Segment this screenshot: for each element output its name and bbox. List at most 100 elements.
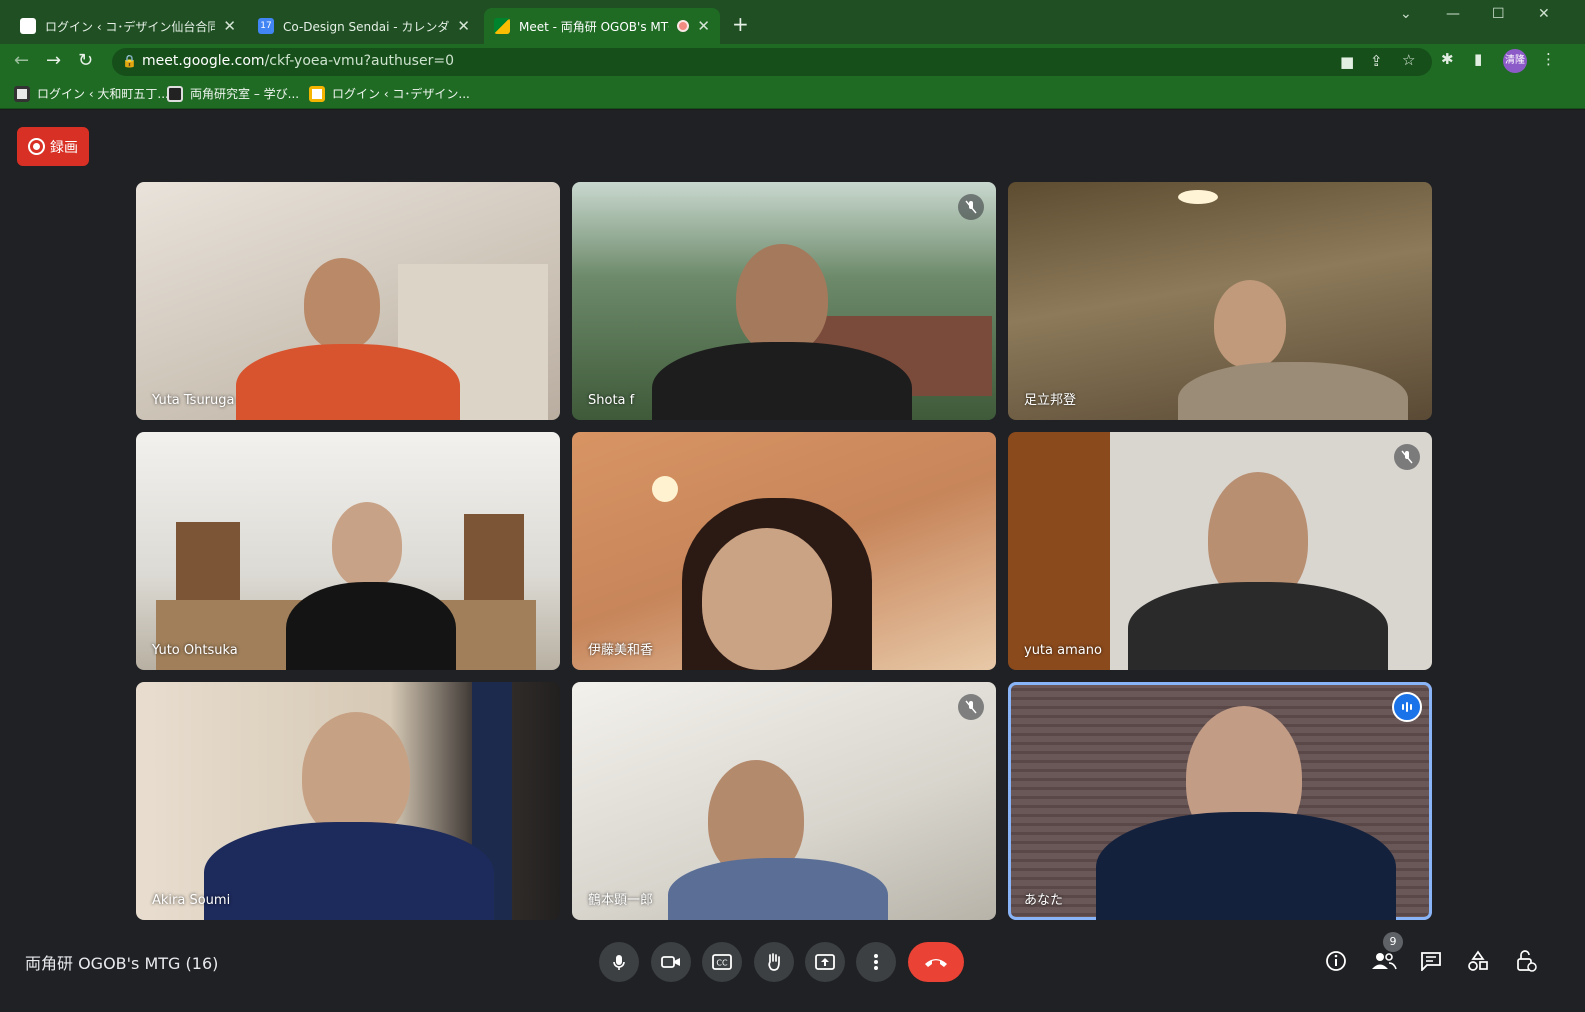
close-tab-icon[interactable]: ✕	[223, 17, 236, 35]
tab-title: Meet - 両角研 OGOB's MTG	[519, 19, 670, 34]
meet-favicon-icon	[494, 18, 510, 34]
calendar-favicon-icon: 17	[258, 18, 274, 34]
recording-button[interactable]: 録画	[17, 127, 89, 166]
meet-control-bar: 両角研 OGOB's MTG (16) CC 9	[0, 930, 1585, 1012]
bookmark-item[interactable]: ログイン ‹ コ･デザイン...	[309, 85, 470, 102]
more-options-button[interactable]	[856, 942, 896, 982]
bookmark-star-icon[interactable]: ☆	[1402, 51, 1415, 69]
lock-icon: 🔒	[122, 54, 137, 68]
present-icon	[815, 954, 835, 970]
host-controls-button[interactable]	[1512, 947, 1540, 975]
mic-button[interactable]	[599, 942, 639, 982]
share-icon[interactable]: ⇪	[1370, 52, 1383, 70]
participant-name: 伊藤美和香	[588, 643, 654, 658]
new-tab-button[interactable]: +	[732, 12, 749, 36]
participant-name: Yuta Tsuruga	[152, 393, 235, 408]
meet-stage: 録画 Yuta Tsuruga Shota f 足立邦登 Yuto Ohtsuk…	[0, 110, 1585, 1012]
people-icon	[1372, 953, 1397, 970]
participant-video	[736, 244, 828, 354]
participant-name: 鶴本顕一郎	[588, 893, 654, 908]
browser-tab-calendar[interactable]: 17 Co-Design Sendai - カレンダー - 20 ✕	[248, 8, 480, 44]
bookmark-label: ログイン ‹ コ･デザイン...	[332, 87, 470, 101]
bookmark-label: ログイン ‹ 大和町五丁...	[37, 87, 169, 101]
participant-video	[1214, 280, 1286, 368]
hangup-icon	[925, 959, 947, 967]
participant-name: 足立邦登	[1024, 393, 1077, 408]
back-icon[interactable]: ←	[14, 50, 29, 71]
participant-tile[interactable]: 足立邦登	[1008, 182, 1432, 420]
participant-tile[interactable]: Shota f	[572, 182, 996, 420]
recording-indicator-icon	[677, 20, 690, 32]
participant-name: Shota f	[588, 393, 635, 408]
participant-name: yuta amano	[1024, 643, 1102, 658]
tab-title: Co-Design Sendai - カレンダー - 20	[283, 19, 450, 34]
forward-icon[interactable]: →	[46, 50, 61, 71]
chat-button[interactable]	[1417, 947, 1445, 975]
side-panel-icon[interactable]: ▮	[1474, 50, 1482, 68]
raise-hand-button[interactable]	[754, 942, 794, 982]
record-icon	[28, 138, 45, 155]
browser-tab-strip: ログイン ‹ コ･デザイン仙台合同会社 — ✕ 17 Co-Design Sen…	[0, 0, 1585, 44]
mic-icon	[613, 955, 625, 970]
participant-tile[interactable]: 伊藤美和香	[572, 432, 996, 670]
leave-call-button[interactable]	[908, 942, 964, 982]
bookmark-favicon-icon	[309, 85, 325, 102]
participant-name: あなた	[1024, 893, 1064, 908]
tab-title: ログイン ‹ コ･デザイン仙台合同会社 —	[45, 19, 216, 34]
bookmark-item[interactable]: 両角研究室 – 学び...	[167, 85, 299, 102]
record-label: 録画	[50, 139, 78, 156]
meeting-details-button[interactable]	[1322, 947, 1350, 975]
host-controls-icon	[1517, 950, 1537, 972]
site-favicon-icon	[20, 18, 36, 34]
bookmarks-bar: ログイン ‹ 大和町五丁... 両角研究室 – 学び... ログイン ‹ コ･デ…	[0, 79, 1585, 109]
muted-mic-icon	[958, 194, 984, 220]
participant-tile[interactable]: yuta amano	[1008, 432, 1432, 670]
captions-icon: CC	[712, 954, 732, 970]
participant-video	[332, 502, 402, 588]
profile-avatar[interactable]: 清隆	[1503, 49, 1527, 73]
people-count-badge: 9	[1383, 932, 1403, 952]
bookmark-item[interactable]: ログイン ‹ 大和町五丁...	[14, 85, 169, 102]
participant-tile[interactable]: Yuto Ohtsuka	[136, 432, 560, 670]
participant-tile[interactable]: Yuta Tsuruga	[136, 182, 560, 420]
camera-button[interactable]	[651, 942, 691, 982]
close-window-icon[interactable]: ✕	[1538, 6, 1550, 22]
info-icon	[1326, 951, 1346, 971]
participant-tile[interactable]: Akira Soumi	[136, 682, 560, 920]
bookmark-favicon-icon	[167, 85, 183, 102]
svg-text:CC: CC	[716, 959, 728, 968]
raise-hand-icon	[768, 953, 780, 971]
activities-button[interactable]	[1464, 947, 1492, 975]
browser-tab-meet[interactable]: Meet - 両角研 OGOB's MTG ✕	[484, 8, 720, 44]
chat-icon	[1421, 952, 1441, 971]
camera-icon	[661, 956, 680, 968]
maximize-icon[interactable]: ☐	[1492, 6, 1505, 22]
captions-button[interactable]: CC	[702, 942, 742, 982]
meeting-title: 両角研 OGOB's MTG (16)	[25, 954, 219, 973]
close-tab-icon[interactable]: ✕	[457, 17, 470, 35]
browser-tab-login[interactable]: ログイン ‹ コ･デザイン仙台合同会社 — ✕	[10, 8, 246, 44]
close-tab-icon[interactable]: ✕	[697, 17, 710, 35]
extensions-icon[interactable]: ✱	[1441, 50, 1454, 68]
participant-video	[304, 258, 380, 350]
bookmark-favicon-icon	[14, 85, 30, 102]
present-button[interactable]	[805, 942, 845, 982]
muted-mic-icon	[1394, 444, 1420, 470]
participant-name: Yuto Ohtsuka	[152, 643, 238, 658]
tab-search-icon[interactable]: ⌄	[1400, 6, 1412, 22]
menu-icon[interactable]: ⋮	[1541, 50, 1556, 68]
more-icon	[874, 954, 878, 970]
muted-mic-icon	[958, 694, 984, 720]
camera-in-use-icon[interactable]: ■	[1340, 53, 1354, 71]
participant-name: Akira Soumi	[152, 893, 231, 908]
minimize-icon[interactable]: —	[1446, 6, 1460, 22]
bookmark-label: 両角研究室 – 学び...	[190, 87, 300, 101]
browser-toolbar: ← → ↻ 🔒 meet.google.com/ckf-yoea-vmu?aut…	[0, 44, 1585, 79]
url-text: meet.google.com/ckf-yoea-vmu?authuser=0	[142, 53, 454, 69]
speaking-indicator-icon	[1392, 692, 1422, 722]
activities-icon	[1468, 950, 1488, 971]
reload-icon[interactable]: ↻	[78, 50, 93, 71]
participant-tile-self[interactable]: あなた	[1008, 682, 1432, 920]
participant-tile[interactable]: 鶴本顕一郎	[572, 682, 996, 920]
address-bar[interactable]: 🔒 meet.google.com/ckf-yoea-vmu?authuser=…	[112, 48, 1432, 76]
